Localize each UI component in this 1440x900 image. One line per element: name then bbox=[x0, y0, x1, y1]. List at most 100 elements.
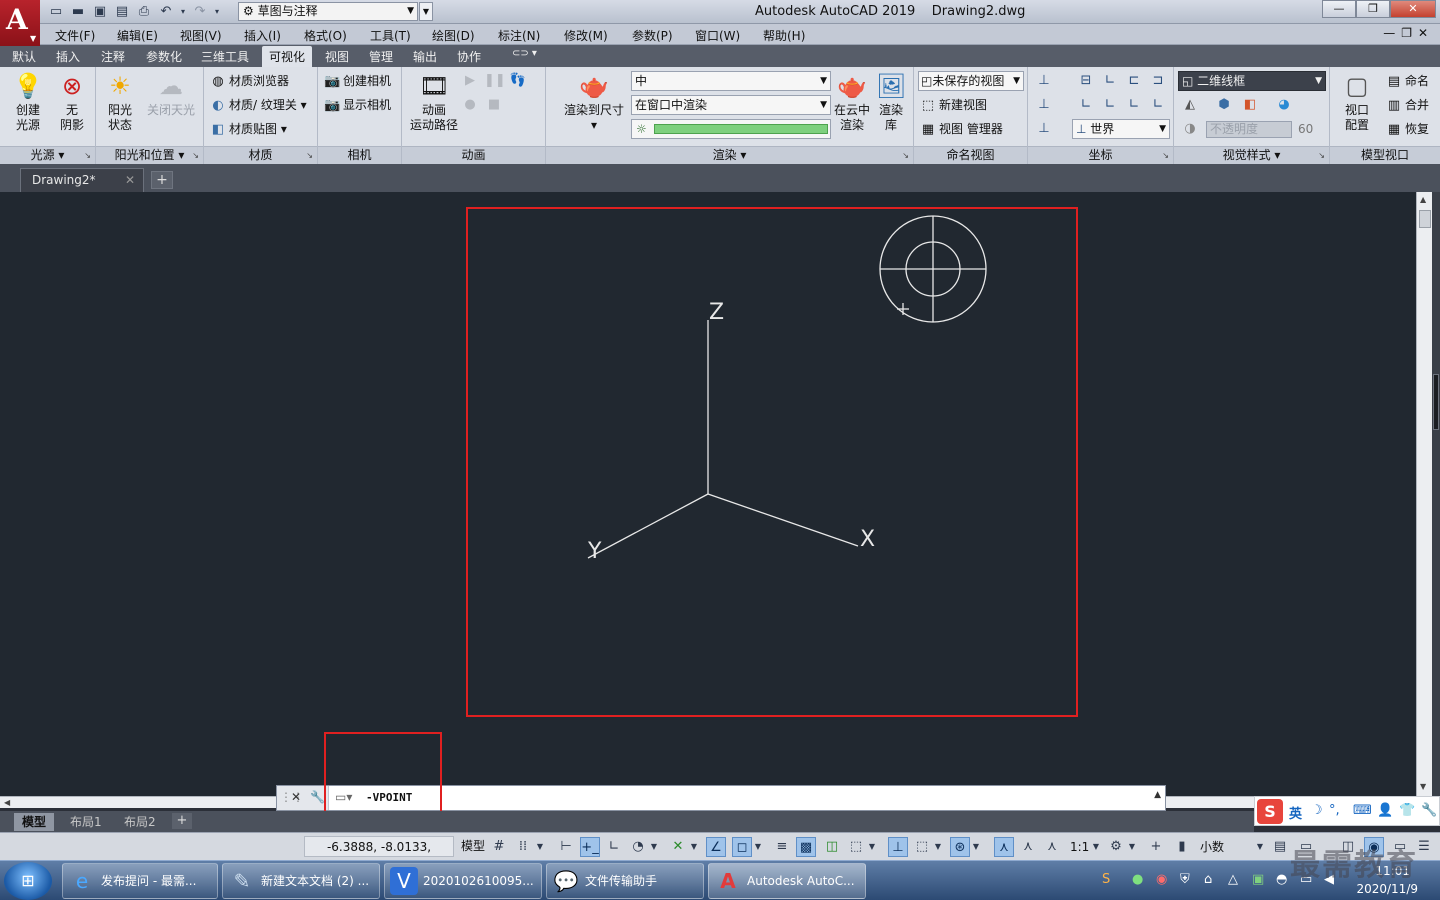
wrench-icon[interactable]: 🔧 bbox=[1421, 803, 1437, 818]
ucs-3point-icon[interactable]: ∟ bbox=[1076, 95, 1096, 115]
chevron-down-icon[interactable]: ▼ bbox=[866, 837, 878, 857]
opacity-field[interactable]: 不透明度 bbox=[1206, 121, 1292, 138]
transparency-icon[interactable]: ▩ bbox=[796, 837, 816, 857]
snap-icon[interactable]: ⁞⁞ bbox=[513, 837, 533, 857]
annotation-visibility-icon[interactable]: ⋏ bbox=[994, 837, 1014, 857]
tab-view[interactable]: 视图 bbox=[325, 48, 349, 65]
tab-annotate[interactable]: 注释 bbox=[101, 48, 125, 65]
taskbar-item-wechat[interactable]: 💬 文件传输助手 bbox=[546, 863, 704, 899]
file-tab-drawing2[interactable]: Drawing2* ✕ bbox=[20, 168, 144, 192]
new-file-icon[interactable]: ▭ bbox=[46, 3, 66, 21]
network-icon[interactable]: ⌂ bbox=[1204, 872, 1212, 887]
user-icon[interactable]: 👤 bbox=[1377, 803, 1393, 818]
customize-toolbar-button[interactable]: ▼ bbox=[419, 2, 433, 21]
panel-title-sun[interactable]: 阳光和位置 ▾ ↘ bbox=[96, 146, 203, 164]
visual-style-dropdown[interactable]: ◱ 二维线框 ▼ bbox=[1178, 71, 1326, 91]
tab-visualize[interactable]: 可视化 bbox=[262, 46, 313, 67]
print-icon[interactable]: ⎙ bbox=[134, 3, 154, 21]
plus-icon[interactable]: + bbox=[1146, 837, 1166, 857]
menu-draw[interactable]: 绘图(D) bbox=[432, 27, 475, 44]
no-shadow-button[interactable]: ⊗ 无 阴影 bbox=[52, 71, 92, 133]
materials-browser-button[interactable]: ◍ 材质浏览器 bbox=[210, 71, 289, 91]
ucs-origin-icon[interactable]: ⊥ bbox=[1034, 95, 1054, 115]
render-to-size-button[interactable]: 🫖 渲染到尺寸 ▾ bbox=[554, 71, 634, 133]
menu-file[interactable]: 文件(F) bbox=[55, 27, 95, 44]
materials-texture-button[interactable]: ◐ 材质/ 纹理关 ▾ bbox=[210, 95, 306, 115]
panel-title-camera[interactable]: 相机 bbox=[318, 146, 401, 164]
taskbar-item-notepad[interactable]: ✎ 新建文本文档 (2) ... bbox=[222, 863, 380, 899]
edge-effects-icon[interactable]: ◭ bbox=[1180, 95, 1200, 115]
ime-language[interactable]: 英 bbox=[1289, 803, 1302, 822]
start-button[interactable]: ⊞ bbox=[4, 862, 52, 900]
drawing-canvas[interactable]: Z Y X bbox=[0, 192, 1430, 796]
redo-dropdown-icon[interactable]: ▾ bbox=[212, 3, 222, 21]
moon-icon[interactable]: ☽ bbox=[1311, 803, 1323, 818]
netease-tray-icon[interactable]: ◉ bbox=[1156, 872, 1167, 887]
render-exposure-slider[interactable]: ☼ bbox=[631, 119, 831, 139]
chevron-down-icon[interactable]: ▼ bbox=[1090, 837, 1102, 857]
taskbar-item-image[interactable]: V 2020102610095... bbox=[384, 863, 542, 899]
taskbar-item-browser[interactable]: e 发布提问 - 最需... bbox=[62, 863, 218, 899]
nvidia-icon[interactable]: ▣ bbox=[1252, 872, 1264, 887]
3d-osnap-icon[interactable]: ⬚ bbox=[846, 837, 866, 857]
saved-views-dropdown[interactable]: ◰未保存的视图 ▼ bbox=[918, 71, 1024, 91]
panel-title-model-viewports[interactable]: 模型视口 bbox=[1330, 146, 1440, 164]
create-light-button[interactable]: 💡 创建 光源 bbox=[8, 71, 48, 133]
layout-tab-model[interactable]: 模型 bbox=[14, 813, 55, 831]
auto-scale-icon[interactable]: ⋏ bbox=[1018, 837, 1038, 857]
play-icon[interactable]: ▶ bbox=[460, 71, 480, 91]
panel-title-visual-styles[interactable]: 视觉样式 ▾ ↘ bbox=[1174, 146, 1329, 164]
menu-parametric[interactable]: 参数(P) bbox=[632, 27, 673, 44]
create-camera-button[interactable]: 📷 创建相机 bbox=[324, 71, 391, 91]
dynamic-input-icon[interactable]: +_ bbox=[580, 837, 600, 857]
command-line-grip[interactable]: ⋮⋮ ✕ 🔧 bbox=[277, 786, 329, 810]
ucs-object-icon[interactable]: ∟ bbox=[1100, 95, 1120, 115]
dynamic-ucs-icon[interactable]: ⊥ bbox=[888, 837, 908, 857]
viewport-config-button[interactable]: ▢ 视口 配置 bbox=[1334, 71, 1380, 133]
close-button[interactable]: ✕ bbox=[1390, 0, 1436, 18]
render-in-cloud-button[interactable]: 🫖 在云中 渲染 bbox=[834, 71, 870, 133]
new-tab-button[interactable]: + bbox=[151, 171, 173, 189]
ime-toolbar[interactable]: S 英 ☽ °, ⌨ 👤 👕 🔧 bbox=[1254, 796, 1440, 826]
panel-title-animation[interactable]: 动画 bbox=[402, 146, 545, 164]
chevron-down-icon[interactable]: ▼ bbox=[688, 837, 700, 857]
panel-title-lights[interactable]: 光源 ▾ ↘ bbox=[0, 146, 95, 164]
tab-manage[interactable]: 管理 bbox=[369, 48, 393, 65]
shading-icon[interactable]: ⬢ bbox=[1214, 95, 1234, 115]
chevron-down-icon[interactable]: ▼ bbox=[534, 837, 546, 857]
sky-off-button[interactable]: ☁ 关闭天光 bbox=[142, 71, 200, 118]
viewport-name-button[interactable]: ▤ 命名 bbox=[1386, 71, 1429, 91]
annotation-scale-value[interactable]: 1:1 bbox=[1070, 837, 1089, 857]
qq-icon[interactable]: ◓ bbox=[1276, 872, 1287, 887]
panel-title-named-views[interactable]: 命名视图 bbox=[914, 146, 1027, 164]
triangle-icon[interactable]: △ bbox=[1228, 872, 1238, 887]
view-manager-button[interactable]: ▦ 视图 管理器 bbox=[920, 119, 1003, 139]
ucs-face-icon[interactable]: ∟ bbox=[1124, 95, 1144, 115]
save-as-icon[interactable]: ▤ bbox=[112, 3, 132, 21]
restore-button[interactable]: ❐ bbox=[1356, 0, 1390, 18]
tab-3d-tools[interactable]: 三维工具 bbox=[201, 48, 249, 65]
menu-format[interactable]: 格式(O) bbox=[304, 27, 347, 44]
undo-dropdown-icon[interactable]: ▾ bbox=[178, 3, 188, 21]
keyboard-icon[interactable]: ⌨ bbox=[1353, 803, 1372, 818]
menu-edit[interactable]: 编辑(E) bbox=[117, 27, 158, 44]
lighting-icon[interactable]: ◕ bbox=[1274, 95, 1294, 115]
panel-title-render[interactable]: 渲染 ▾ ↘ bbox=[546, 146, 913, 164]
command-input[interactable]: -VPOINT bbox=[366, 791, 412, 804]
layout-tab-layout1[interactable]: 布局1 bbox=[62, 813, 110, 831]
annotation-scale-icon[interactable]: ⋏ bbox=[1042, 837, 1062, 857]
sogou-icon[interactable]: S bbox=[1257, 799, 1283, 824]
menu-view[interactable]: 视图(V) bbox=[180, 27, 222, 44]
workspace-dropdown[interactable]: ⚙ 草图与注释 ▼ bbox=[238, 2, 418, 21]
command-history-icon[interactable]: ▲ bbox=[1154, 790, 1161, 800]
show-camera-button[interactable]: 📷 显示相机 bbox=[324, 95, 391, 115]
shirt-icon[interactable]: 👕 bbox=[1399, 803, 1415, 818]
open-folder-icon[interactable]: ▬ bbox=[68, 3, 88, 21]
redo-icon[interactable]: ↷ bbox=[190, 3, 210, 21]
add-layout-button[interactable]: + bbox=[172, 813, 192, 829]
vertical-scrollbar[interactable]: ▲ ▼ bbox=[1416, 192, 1432, 796]
menu-dimension[interactable]: 标注(N) bbox=[498, 27, 540, 44]
ucs-icon[interactable]: ⊥ bbox=[1034, 71, 1054, 91]
horizontal-scrollbar-right[interactable] bbox=[1166, 796, 1254, 808]
selection-filter-icon[interactable]: ⬚ bbox=[912, 837, 932, 857]
